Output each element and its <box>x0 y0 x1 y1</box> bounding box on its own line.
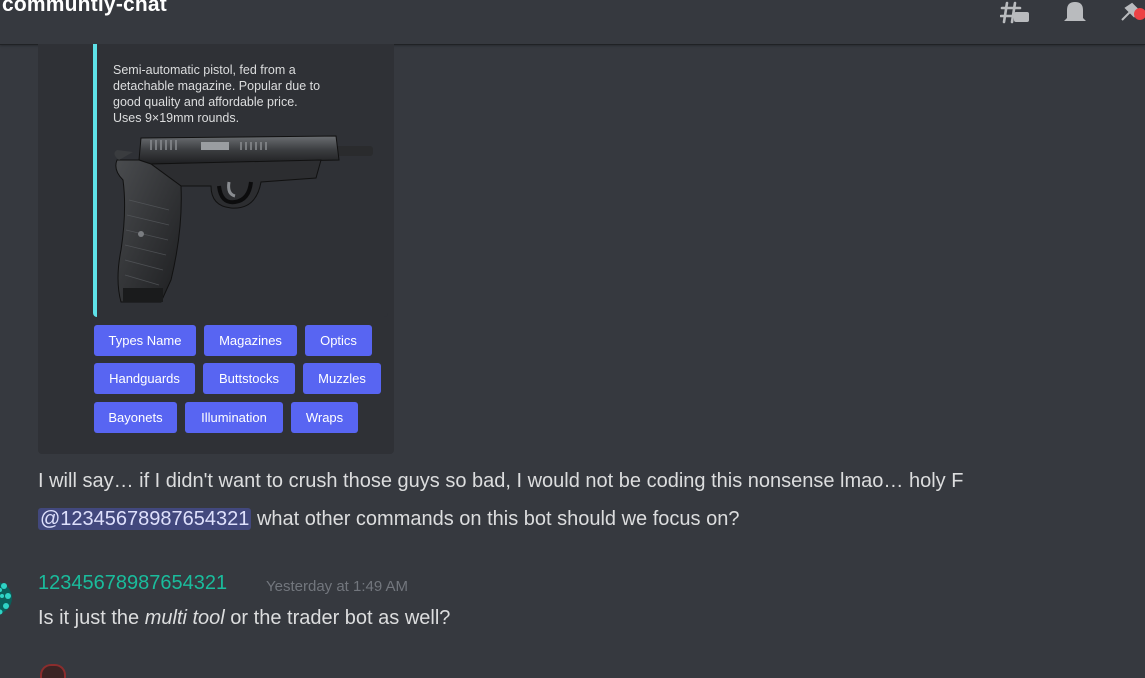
button-wraps[interactable]: Wraps <box>291 402 358 433</box>
bell-icon[interactable] <box>1061 0 1091 26</box>
message-timestamp: Yesterday at 1:49 AM <box>266 578 409 595</box>
message-text-rest: what other commands on this bot should w… <box>251 508 740 530</box>
button-types-name[interactable]: Types Name <box>94 325 196 356</box>
message-author[interactable]: 12345678987654321 <box>38 572 227 595</box>
italic-text: multi tool <box>144 607 225 629</box>
embed-description: Semi-automatic pistol, fed from a detach… <box>113 63 321 125</box>
button-illumination[interactable]: Illumination <box>185 402 283 433</box>
channel-name: communtiy-chat <box>2 0 167 16</box>
embed-card: Semi-automatic pistol, fed from a detach… <box>93 44 388 317</box>
button-magazines[interactable]: Magazines <box>204 325 297 356</box>
threads-icon[interactable] <box>999 0 1030 26</box>
button-buttstocks[interactable]: Buttstocks <box>203 363 295 394</box>
avatar[interactable] <box>0 574 14 624</box>
message-text: @12345678987654321 what other commands o… <box>38 508 739 531</box>
text-segment: Is it just the <box>38 607 145 629</box>
pistol-image <box>111 130 381 305</box>
bot-embed: Semi-automatic pistol, fed from a detach… <box>38 44 394 454</box>
button-handguards[interactable]: Handguards <box>94 363 195 394</box>
text-segment: or the trader bot as well? <box>224 607 451 629</box>
channel-header: communtiy-chat <box>0 0 1145 45</box>
button-optics[interactable]: Optics <box>305 325 372 356</box>
message-text: Is it just the multi tool or the trader … <box>38 607 450 630</box>
user-mention[interactable]: @12345678987654321 <box>38 508 252 530</box>
avatar[interactable] <box>40 664 66 678</box>
button-bayonets[interactable]: Bayonets <box>94 402 177 433</box>
message-text: I will say… if I didn't want to crush th… <box>38 470 964 492</box>
pin-icon[interactable] <box>1118 0 1145 26</box>
button-muzzles[interactable]: Muzzles <box>303 363 381 394</box>
